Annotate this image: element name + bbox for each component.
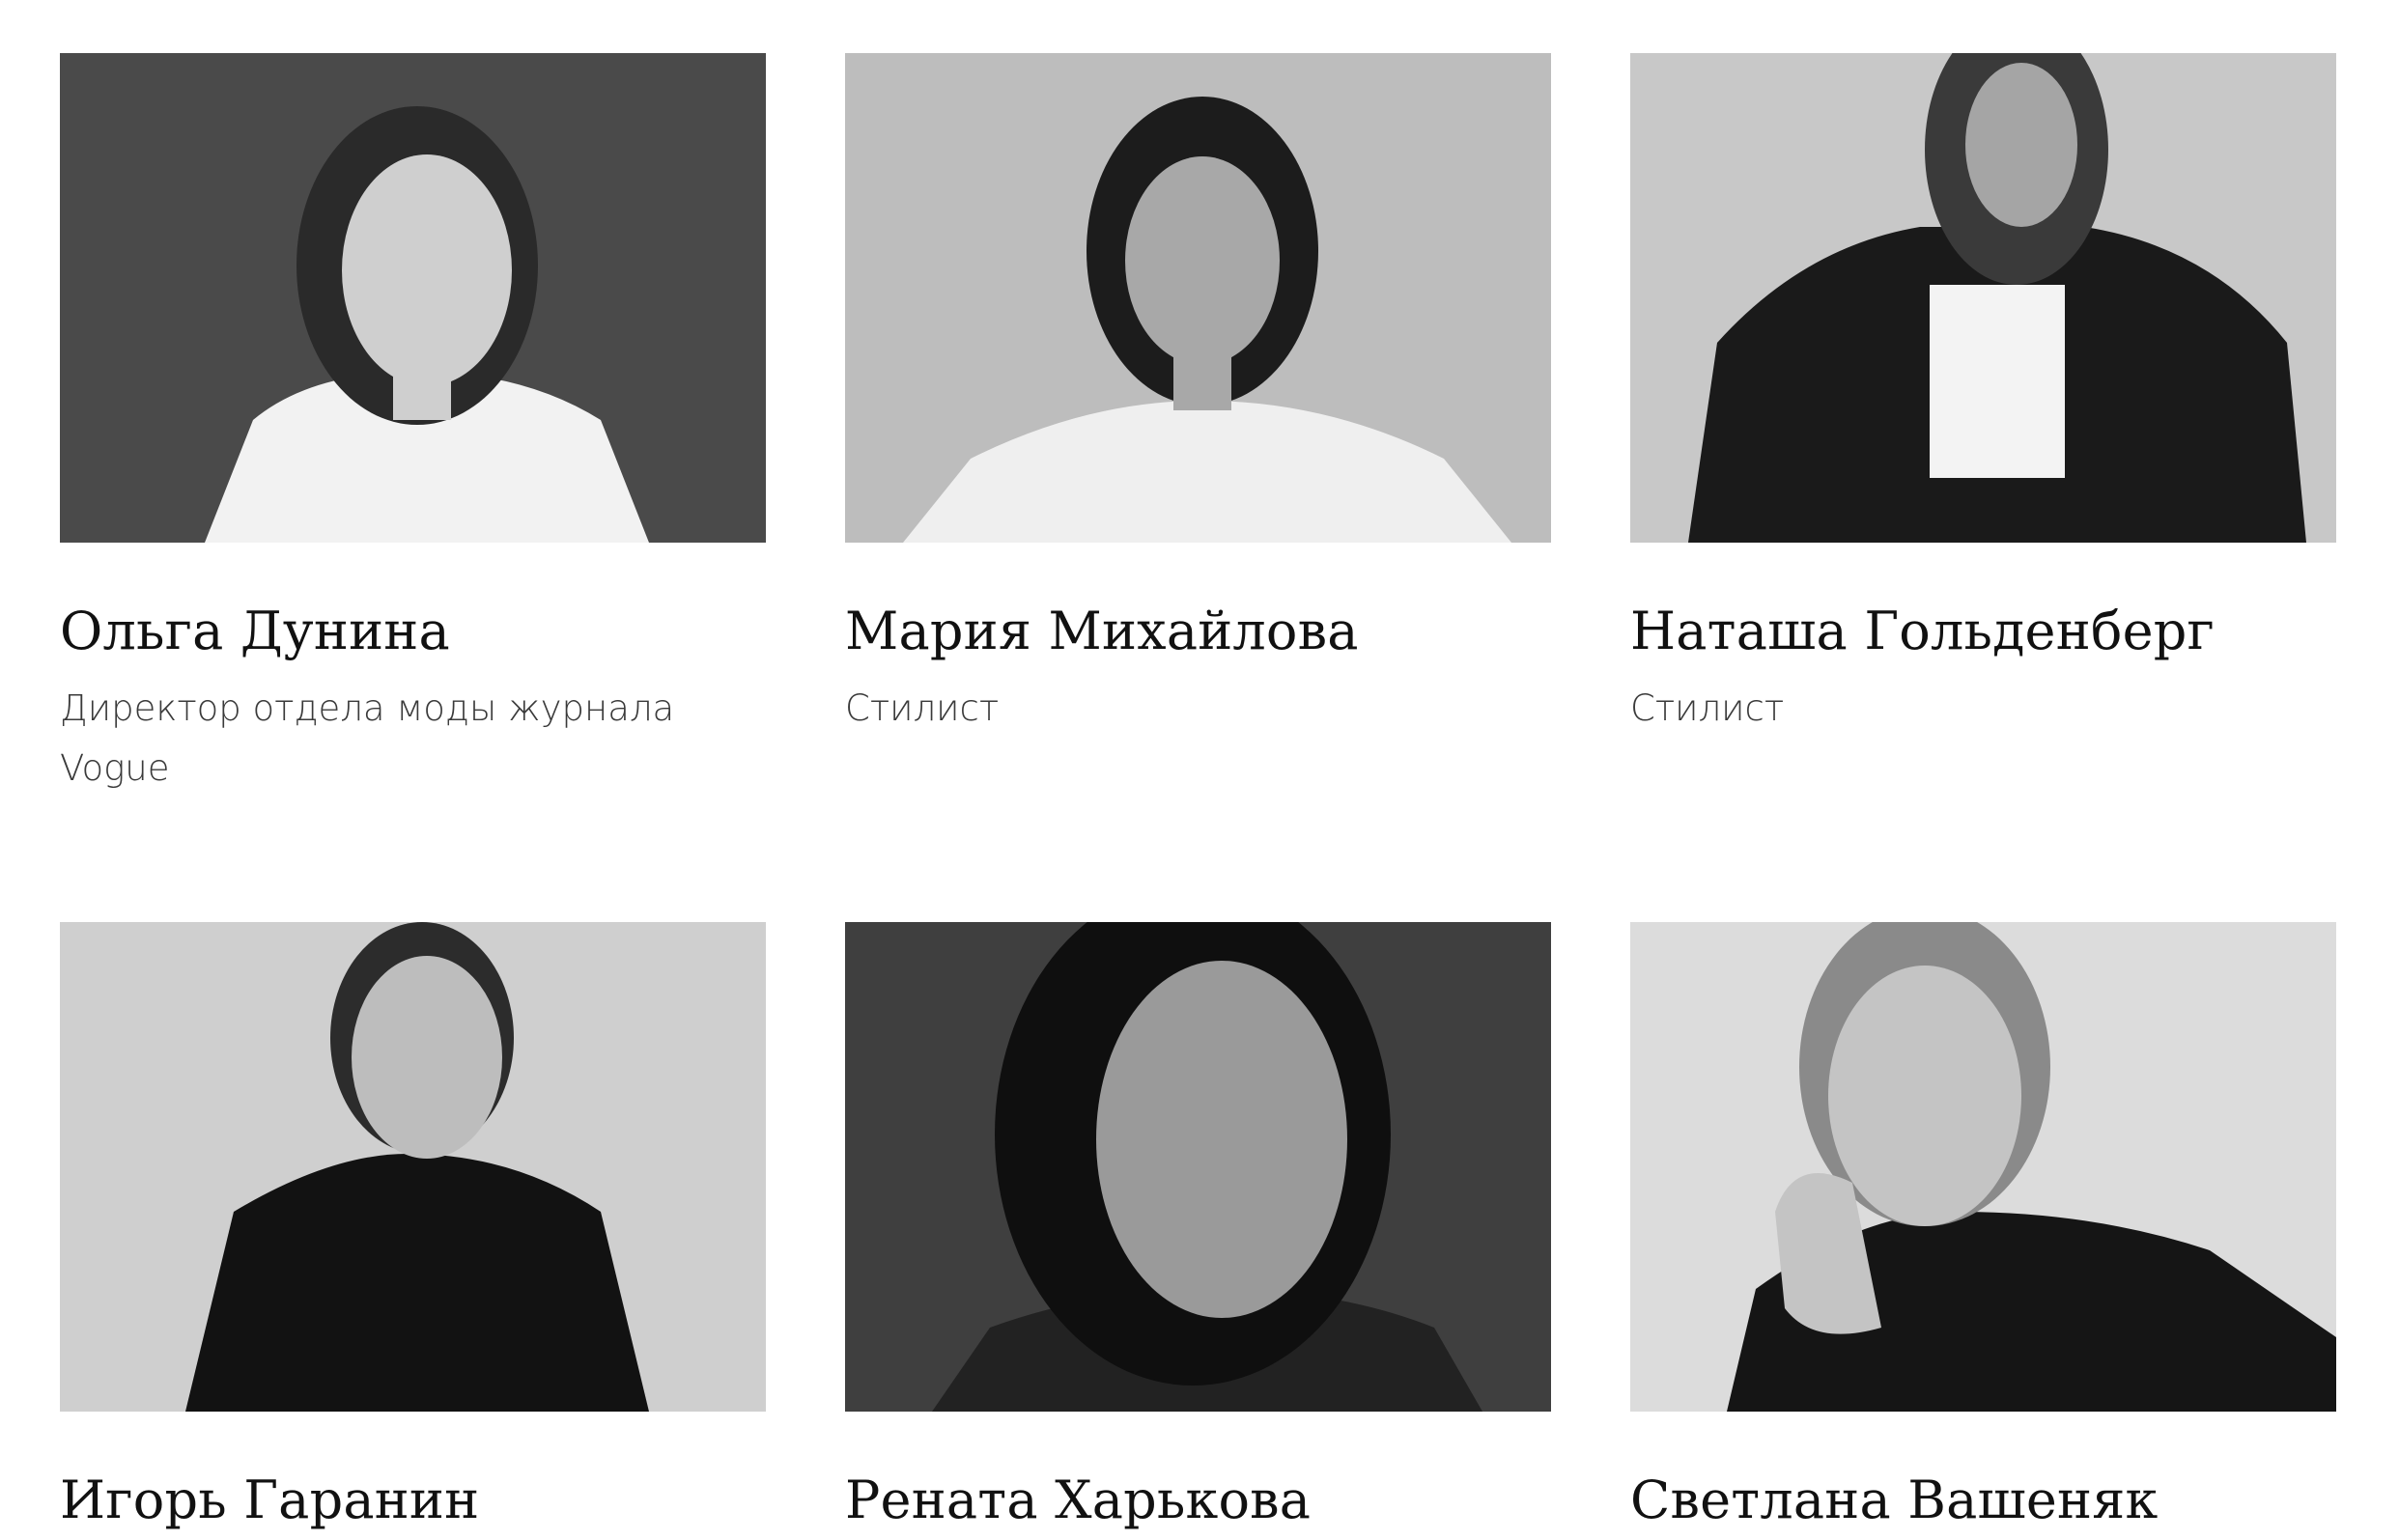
team-card[interactable]: Светлана Вашеняк xyxy=(1630,922,2336,1540)
portrait-image xyxy=(845,53,1551,543)
portrait-photo[interactable] xyxy=(845,53,1551,543)
portrait-image xyxy=(845,922,1551,1412)
team-card[interactable]: Рената Харькова xyxy=(845,922,1551,1540)
portrait-image xyxy=(60,53,766,543)
portrait-image xyxy=(60,922,766,1412)
portrait-photo[interactable] xyxy=(845,922,1551,1412)
person-name[interactable]: Игорь Гаранин xyxy=(60,1470,766,1532)
team-card[interactable]: Ольга Дунина Директор отдела моды журнал… xyxy=(60,53,766,922)
portrait-photo[interactable] xyxy=(60,922,766,1412)
team-card[interactable]: Мария Михайлова Стилист xyxy=(845,53,1551,922)
portrait-image xyxy=(1630,53,2336,543)
portrait-image xyxy=(1630,922,2336,1412)
team-grid: Ольга Дунина Директор отдела моды журнал… xyxy=(60,53,2336,1540)
person-name[interactable]: Мария Михайлова xyxy=(845,601,1551,663)
person-role: Стилист xyxy=(1630,686,1785,729)
person-role: Директор отдела моды журнала Vogue xyxy=(60,686,675,789)
portrait-photo[interactable] xyxy=(60,53,766,543)
portrait-photo[interactable] xyxy=(1630,922,2336,1412)
team-card[interactable]: Наташа Гольденберг Стилист xyxy=(1630,53,2336,922)
team-card[interactable]: Игорь Гаранин xyxy=(60,922,766,1540)
portrait-photo[interactable] xyxy=(1630,53,2336,543)
person-name[interactable]: Рената Харькова xyxy=(845,1470,1551,1532)
person-name[interactable]: Наташа Гольденберг xyxy=(1630,601,2336,663)
person-name[interactable]: Светлана Вашеняк xyxy=(1630,1470,2336,1532)
person-name[interactable]: Ольга Дунина xyxy=(60,601,766,663)
person-role: Стилист xyxy=(845,686,1000,729)
